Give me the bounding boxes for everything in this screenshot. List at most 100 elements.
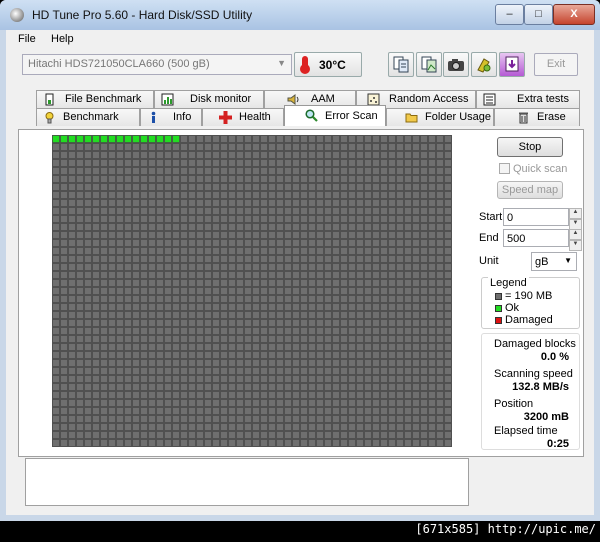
scan-block [60, 367, 68, 375]
tab-benchmark[interactable]: Benchmark [36, 108, 140, 126]
stop-button[interactable]: Stop [497, 137, 563, 157]
exit-button[interactable]: Exit [534, 53, 578, 76]
drive-select[interactable]: Hitachi HDS721050CLA660 (500 gB) ▼ [22, 54, 292, 75]
scan-block [364, 191, 372, 199]
scan-block [340, 263, 348, 271]
end-input[interactable]: 500 [503, 229, 569, 247]
scan-block [428, 239, 436, 247]
copy-text-button[interactable] [388, 52, 414, 77]
scan-block [284, 287, 292, 295]
end-label: End [479, 232, 499, 244]
scan-block [260, 431, 268, 439]
scan-block [76, 287, 84, 295]
scan-block [244, 367, 252, 375]
scan-block [124, 423, 132, 431]
scan-block-ok [52, 135, 60, 143]
tab-error-scan[interactable]: Error Scan [284, 105, 386, 126]
scan-block [348, 415, 356, 423]
scan-block [236, 247, 244, 255]
scan-block [388, 423, 396, 431]
start-spinner[interactable]: ▲ ▼ [569, 208, 582, 230]
scan-block [196, 327, 204, 335]
scan-block [436, 159, 444, 167]
scan-block [124, 295, 132, 303]
temperature-button[interactable]: 30°C [294, 52, 362, 77]
scan-block [324, 167, 332, 175]
extra-tests-icon [483, 93, 496, 106]
scan-log-area[interactable] [25, 458, 469, 506]
tab-folder-usage[interactable]: Folder Usage [386, 108, 494, 126]
spin-up-icon[interactable]: ▲ [569, 208, 582, 219]
scan-block [308, 199, 316, 207]
scan-block [244, 159, 252, 167]
scan-block [340, 415, 348, 423]
copy-image-button[interactable] [416, 52, 442, 77]
save-button[interactable] [499, 52, 525, 77]
tab-file-benchmark[interactable]: File Benchmark [36, 90, 154, 108]
unit-select[interactable]: gB ▼ [531, 252, 577, 271]
scan-block [388, 287, 396, 295]
tab-info[interactable]: Info [140, 108, 202, 126]
scan-block-ok [76, 135, 84, 143]
scan-block [364, 423, 372, 431]
scan-block [300, 311, 308, 319]
title-bar[interactable]: HD Tune Pro 5.60 - Hard Disk/SSD Utility… [0, 0, 600, 30]
scan-block [308, 343, 316, 351]
tab-health[interactable]: Health [202, 108, 284, 126]
close-button[interactable]: X [553, 4, 595, 25]
scan-block [164, 239, 172, 247]
quick-scan-checkbox[interactable] [499, 163, 510, 174]
scan-block [148, 271, 156, 279]
scan-block [292, 183, 300, 191]
scan-block [276, 199, 284, 207]
scan-block [236, 439, 244, 447]
scan-block [300, 271, 308, 279]
elapsed-time-value: 0:25 [546, 438, 569, 450]
spin-up-icon[interactable]: ▲ [569, 229, 582, 240]
scan-block [252, 215, 260, 223]
scan-block [236, 335, 244, 343]
end-spinner[interactable]: ▲ ▼ [569, 229, 582, 251]
menu-file[interactable]: File [18, 33, 36, 45]
scan-block [220, 295, 228, 303]
scan-block [60, 303, 68, 311]
scan-block [164, 199, 172, 207]
scan-block [308, 191, 316, 199]
screenshot-button[interactable] [443, 52, 469, 77]
minimize-button[interactable]: – [495, 4, 524, 25]
tab-erase[interactable]: Erase [494, 108, 580, 126]
scan-block [276, 255, 284, 263]
scan-block [172, 143, 180, 151]
options-button[interactable] [471, 52, 497, 77]
start-input[interactable]: 0 [503, 208, 569, 226]
scan-block [100, 239, 108, 247]
scan-block [292, 351, 300, 359]
scan-block [420, 143, 428, 151]
maximize-button[interactable]: □ [524, 4, 553, 25]
speed-map-button[interactable]: Speed map [497, 181, 563, 199]
scan-block [292, 407, 300, 415]
scan-block [444, 167, 452, 175]
scan-block [148, 399, 156, 407]
tab-extra-tests[interactable]: Extra tests [476, 90, 580, 108]
scan-block [108, 335, 116, 343]
scan-block [348, 175, 356, 183]
menu-help[interactable]: Help [51, 33, 74, 45]
scan-block [396, 391, 404, 399]
scan-block [140, 375, 148, 383]
spin-down-icon[interactable]: ▼ [569, 240, 582, 251]
scan-block [404, 239, 412, 247]
scan-block [276, 247, 284, 255]
scan-block [196, 207, 204, 215]
tab-disk-monitor[interactable]: Disk monitor [154, 90, 264, 108]
scan-block [276, 319, 284, 327]
scan-block [60, 279, 68, 287]
scan-block [116, 287, 124, 295]
scan-block-ok [132, 135, 140, 143]
scan-block [300, 159, 308, 167]
scan-block [172, 367, 180, 375]
scan-block [332, 319, 340, 327]
scan-block [428, 223, 436, 231]
scan-block [412, 143, 420, 151]
scan-block [212, 431, 220, 439]
